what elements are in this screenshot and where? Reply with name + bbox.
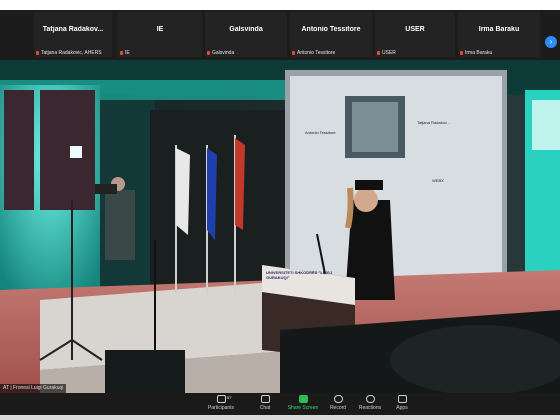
participant-tile[interactable]: Tatjana Radakov... Tatjana Radakovic, AH… bbox=[34, 12, 112, 57]
screen-tile-name: Antonio Tessitore bbox=[305, 130, 336, 135]
mic-muted-icon bbox=[36, 51, 39, 55]
mic-muted-icon bbox=[207, 51, 210, 55]
apps-label: Apps bbox=[396, 405, 408, 411]
share-screen-label: Share Screen bbox=[287, 405, 319, 411]
participants-icon bbox=[216, 395, 226, 403]
participants-button[interactable]: Participants 57 bbox=[201, 395, 241, 411]
participant-tile[interactable]: Antonio Tessitore Antonio Tessitore bbox=[290, 12, 372, 57]
screen-label: WEBX bbox=[432, 178, 444, 183]
mic-muted-icon bbox=[377, 51, 380, 55]
ceremony-scene bbox=[0, 60, 560, 393]
chat-label: Chat bbox=[259, 405, 271, 411]
chat-button[interactable]: Chat bbox=[245, 395, 285, 411]
apps-button[interactable]: Apps bbox=[382, 395, 422, 411]
participant-name: USER bbox=[405, 26, 425, 33]
podium-inscription: UNIVERSITETI SHKODRËS "LUIGJ GURAKUQI" bbox=[266, 270, 333, 280]
mic-muted-icon bbox=[292, 51, 295, 55]
participant-label: Galsvinda bbox=[207, 50, 234, 56]
apps-icon bbox=[397, 395, 407, 403]
mic-muted-icon bbox=[460, 51, 463, 55]
participant-label: Antonio Tessitore bbox=[292, 50, 335, 56]
participants-label: Participants bbox=[207, 405, 235, 411]
speaker-name-label: AT | Fronesi Luigi Gurakuqi bbox=[0, 384, 67, 393]
participant-name: IE bbox=[156, 26, 164, 33]
share-screen-icon bbox=[298, 395, 308, 403]
smile-icon bbox=[365, 395, 375, 403]
next-page-button[interactable]: › bbox=[545, 36, 557, 48]
record-label: Record bbox=[329, 405, 347, 411]
chat-icon bbox=[260, 395, 270, 403]
share-screen-button[interactable]: Share Screen bbox=[283, 395, 323, 411]
reactions-label: Reactions bbox=[358, 405, 382, 411]
participant-tile[interactable]: USER USER bbox=[375, 12, 455, 57]
participant-label: Tatjana Radakovic, AHERS bbox=[36, 50, 102, 56]
participant-name: Irma Baraku bbox=[478, 26, 520, 33]
participant-label: IE bbox=[120, 50, 130, 56]
speaker-video: Antonio Tessitore Tatjana Radakov... WEB… bbox=[0, 60, 560, 393]
participant-name: Galsvinda bbox=[229, 26, 263, 33]
window-top-bar bbox=[0, 0, 560, 10]
os-taskbar bbox=[0, 415, 560, 420]
participant-strip: Tatjana Radakov... Tatjana Radakovic, AH… bbox=[0, 10, 560, 60]
participant-name: Antonio Tessitore bbox=[301, 26, 361, 33]
meeting-toolbar: Participants 57 Chat Share Screen Record… bbox=[0, 393, 560, 415]
participant-tile[interactable]: Irma Baraku Irma Baraku bbox=[458, 12, 540, 57]
participant-name: Tatjana Radakov... bbox=[42, 26, 104, 33]
chevron-right-icon: › bbox=[549, 37, 553, 46]
mic-muted-icon bbox=[120, 51, 123, 55]
participant-tile[interactable]: Galsvinda Galsvinda bbox=[205, 12, 287, 57]
record-icon bbox=[333, 395, 343, 403]
participant-label: USER bbox=[377, 50, 396, 56]
participant-tile[interactable]: IE IE bbox=[118, 12, 202, 57]
participants-count: 57 bbox=[227, 395, 232, 400]
participant-label: Irma Baraku bbox=[460, 50, 492, 56]
screen-label: Tatjana Radakov... bbox=[417, 120, 450, 125]
